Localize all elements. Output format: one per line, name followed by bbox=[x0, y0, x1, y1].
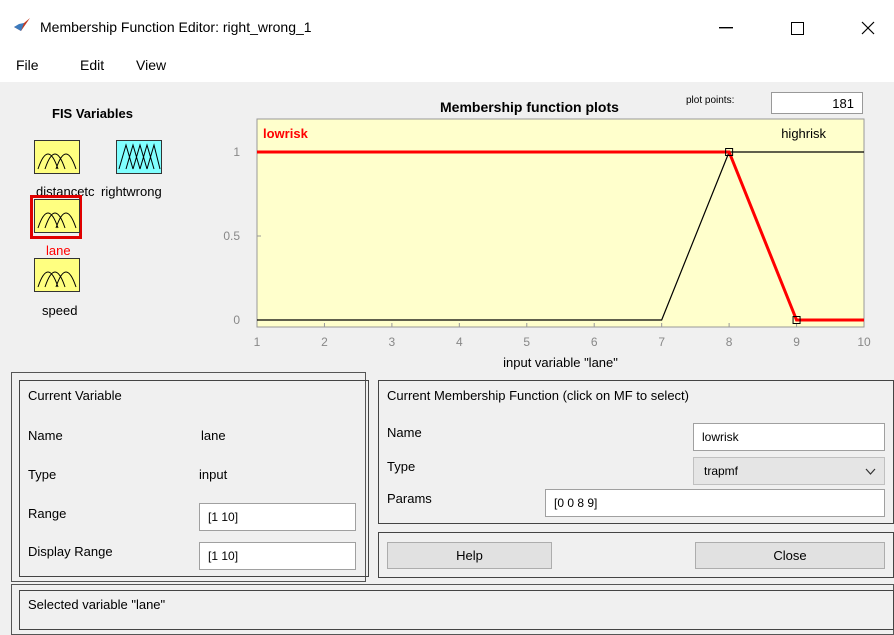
mf-name-label: Name bbox=[387, 425, 422, 440]
current-mf-header: Current Membership Function (click on MF… bbox=[387, 388, 689, 403]
maximize-icon bbox=[790, 21, 804, 35]
fis-variables-label: FIS Variables bbox=[52, 106, 133, 121]
variable-box-speed[interactable] bbox=[34, 258, 80, 292]
x-tick-label: 6 bbox=[591, 335, 598, 349]
x-tick-label: 9 bbox=[793, 335, 800, 349]
plot-area bbox=[256, 118, 865, 328]
mf-name-input[interactable]: lowrisk bbox=[693, 423, 885, 451]
maximize-button[interactable] bbox=[774, 10, 820, 46]
x-tick-label: 4 bbox=[456, 335, 463, 349]
close-button[interactable]: Close bbox=[695, 542, 885, 569]
mf-shape-icon bbox=[37, 212, 77, 229]
mf-triangles-icon bbox=[118, 143, 161, 170]
chevron-down-icon bbox=[865, 468, 876, 475]
variable-label-rightwrong: rightwrong bbox=[101, 184, 162, 199]
close-window-button[interactable] bbox=[845, 10, 891, 46]
x-tick-label: 7 bbox=[658, 335, 665, 349]
minimize-icon bbox=[719, 27, 733, 29]
x-tick-label: 5 bbox=[523, 335, 530, 349]
minimize-button[interactable] bbox=[703, 10, 749, 46]
cv-type-value: input bbox=[199, 467, 228, 482]
mf-type-label: Type bbox=[387, 459, 416, 474]
mf-type-dropdown[interactable]: trapmf bbox=[693, 457, 885, 485]
y-tick-label: 0 bbox=[233, 313, 240, 327]
variable-label-speed: speed bbox=[42, 303, 78, 318]
cv-name-value: lane bbox=[201, 428, 226, 443]
mf-shape-icon bbox=[37, 271, 77, 288]
x-tick-label: 2 bbox=[321, 335, 328, 349]
menu-edit[interactable]: Edit bbox=[80, 57, 104, 73]
window-title: Membership Function Editor: right_wrong_… bbox=[40, 19, 312, 35]
x-tick-label: 3 bbox=[389, 335, 396, 349]
cv-range-label: Range bbox=[28, 506, 67, 521]
cv-type-label: Type bbox=[28, 467, 57, 482]
x-axis-label: input variable "lane" bbox=[503, 355, 618, 370]
display-range-input[interactable]: [1 10] bbox=[199, 542, 356, 570]
plot-points-label: plot points: bbox=[686, 95, 735, 106]
x-tick-label: 10 bbox=[857, 335, 871, 349]
cv-name-label: Name bbox=[28, 428, 63, 443]
x-tick-label: 1 bbox=[254, 335, 261, 349]
membership-function-plot[interactable]: 1 2 3 4 5 6 7 8 9 10 0 0.5 1 input variable "lane" low… bbox=[200, 112, 880, 370]
mf-label-highrisk: highrisk bbox=[781, 126, 826, 141]
range-input[interactable]: [1 10] bbox=[199, 503, 356, 531]
y-tick-label: 1 bbox=[233, 145, 240, 159]
menu-file[interactable]: File bbox=[16, 57, 39, 73]
current-variable-header: Current Variable bbox=[28, 388, 122, 403]
mf-shape-icon bbox=[37, 153, 77, 170]
variable-label-lane: lane bbox=[46, 243, 71, 258]
cv-display-range-label: Display Range bbox=[28, 544, 113, 559]
variable-box-rightwrong[interactable] bbox=[116, 140, 162, 174]
mf-type-value: trapmf bbox=[704, 464, 739, 478]
menu-bar bbox=[0, 50, 894, 82]
variable-box-lane[interactable] bbox=[34, 199, 80, 233]
menu-view[interactable]: View bbox=[136, 57, 166, 73]
variable-box-distancetc[interactable] bbox=[34, 140, 80, 174]
mf-label-lowrisk: lowrisk bbox=[263, 126, 309, 141]
close-icon bbox=[861, 21, 875, 35]
plot-points-input[interactable]: 181 bbox=[771, 92, 863, 114]
help-button[interactable]: Help bbox=[387, 542, 552, 569]
y-tick-label: 0.5 bbox=[223, 229, 240, 243]
mf-params-input[interactable]: [0 0 8 9] bbox=[545, 489, 885, 517]
matlab-app-icon bbox=[14, 18, 30, 31]
mf-params-label: Params bbox=[387, 491, 432, 506]
status-text: Selected variable "lane" bbox=[28, 597, 166, 612]
x-tick-label: 8 bbox=[726, 335, 733, 349]
